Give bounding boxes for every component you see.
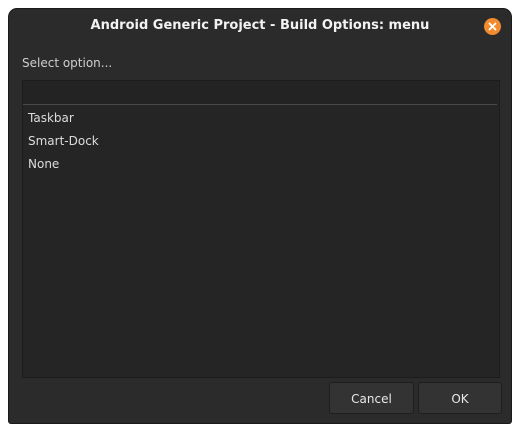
filter-input[interactable]: [23, 81, 497, 105]
cancel-button[interactable]: Cancel: [329, 382, 414, 414]
close-icon: [488, 22, 497, 31]
title-bar[interactable]: Android Generic Project - Build Options:…: [9, 9, 511, 45]
window-title: Android Generic Project - Build Options:…: [90, 18, 430, 33]
option-taskbar[interactable]: Taskbar: [23, 107, 497, 130]
option-list: Taskbar Smart-Dock None: [23, 107, 497, 176]
option-smart-dock[interactable]: Smart-Dock: [23, 130, 497, 153]
prompt-label: Select option...: [22, 56, 113, 70]
dialog-window: Android Generic Project - Build Options:…: [9, 9, 511, 423]
option-listbox: Taskbar Smart-Dock None: [22, 80, 500, 378]
option-none[interactable]: None: [23, 153, 497, 176]
ok-button[interactable]: OK: [418, 382, 502, 414]
close-button[interactable]: [484, 18, 501, 35]
